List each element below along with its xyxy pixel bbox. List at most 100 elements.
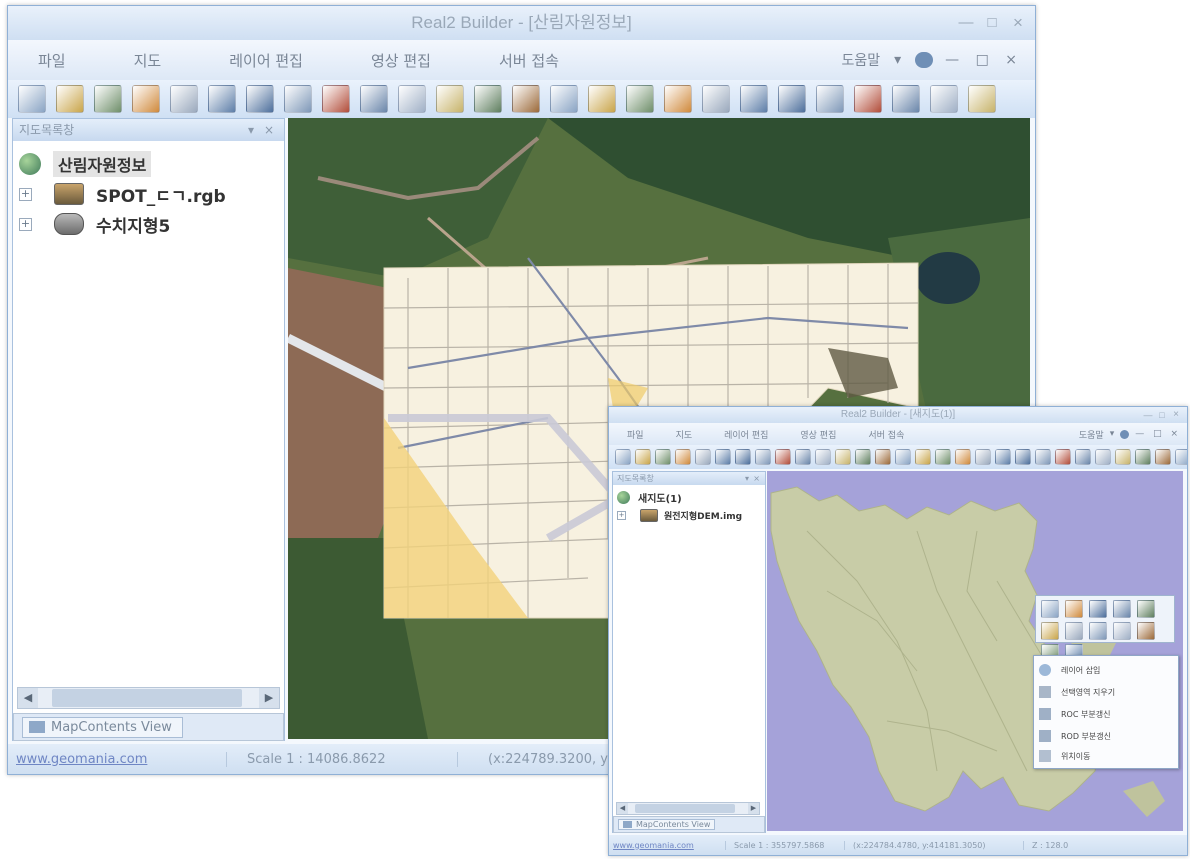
undo-icon[interactable] <box>735 449 751 465</box>
menu-layer-edit[interactable]: 레이어 편집 <box>724 428 768 441</box>
expand-toggle[interactable]: + <box>19 187 32 201</box>
edit-icon[interactable] <box>875 449 891 465</box>
shape-icon[interactable] <box>1015 449 1031 465</box>
close-button[interactable]: × <box>1005 6 1031 40</box>
scroll-thumb[interactable] <box>635 804 735 813</box>
chevron-down-icon[interactable]: ▾ <box>894 52 901 68</box>
menu-map[interactable]: 지도 <box>676 428 693 441</box>
open-file-icon[interactable] <box>1135 449 1151 465</box>
open-file-icon[interactable] <box>615 449 631 465</box>
zoom-box-icon[interactable] <box>1065 622 1083 640</box>
select-icon[interactable] <box>1113 600 1131 618</box>
folder-icon[interactable] <box>675 449 691 465</box>
horizontal-scrollbar[interactable]: ◀ ▶ <box>17 687 280 709</box>
rotate-icon[interactable] <box>915 449 931 465</box>
tree-item-root[interactable]: 산림자원정보 <box>19 151 152 177</box>
measure-icon[interactable] <box>474 85 502 113</box>
menu-file[interactable]: 파일 <box>38 50 66 71</box>
menu-help[interactable]: 도움말 <box>841 50 880 70</box>
menu-file[interactable]: 파일 <box>627 428 644 441</box>
battery-icon[interactable] <box>1055 449 1071 465</box>
zoom-in-icon[interactable] <box>1137 600 1155 618</box>
undo-icon[interactable] <box>246 85 274 113</box>
panel-close-button[interactable]: × <box>753 472 760 485</box>
identify-icon[interactable] <box>1089 622 1107 640</box>
zoom-icon[interactable] <box>775 449 791 465</box>
refresh-icon[interactable] <box>1113 622 1131 640</box>
mdi-controls[interactable]: — □ × <box>1135 429 1181 439</box>
menu-image-edit[interactable]: 영상 편집 <box>800 428 836 441</box>
menu-layer-edit[interactable]: 레이어 편집 <box>229 50 303 71</box>
pan-icon[interactable] <box>1089 600 1107 618</box>
copy-icon[interactable] <box>895 449 911 465</box>
minimize-button[interactable]: — <box>953 6 979 40</box>
map-view[interactable]: 레이어 삽입 선택영역 지우기 ROC 부분갱신 ROD 부분갱신 위치이동 <box>767 471 1183 831</box>
menu-server[interactable]: 서버 접속 <box>499 50 559 71</box>
node-icon[interactable] <box>740 85 768 113</box>
minimize-button[interactable]: — <box>1141 407 1155 423</box>
copy-icon[interactable] <box>1137 622 1155 640</box>
menu-help[interactable]: 도움말 <box>1079 428 1104 441</box>
scroll-left-button[interactable]: ◀ <box>18 688 38 708</box>
pen-icon[interactable] <box>702 85 730 113</box>
tab-map-contents[interactable]: MapContents View <box>618 819 716 830</box>
layer-icon[interactable] <box>655 449 671 465</box>
tree-item-layer[interactable]: + 수치지형5 <box>19 211 170 237</box>
menu-map[interactable]: 지도 <box>134 50 162 71</box>
edit-icon[interactable] <box>512 85 540 113</box>
disk-icon[interactable] <box>208 85 236 113</box>
info-icon[interactable] <box>1075 449 1091 465</box>
settings-icon[interactable] <box>695 449 711 465</box>
copy-icon[interactable] <box>550 85 578 113</box>
tree-icon[interactable] <box>930 85 958 113</box>
maximize-button[interactable]: □ <box>1155 407 1169 423</box>
close-button[interactable]: × <box>1169 407 1183 423</box>
arrow-icon[interactable] <box>816 85 844 113</box>
zoom-icon[interactable] <box>322 85 350 113</box>
expand-toggle[interactable]: + <box>617 510 626 520</box>
help-icon[interactable] <box>915 52 934 68</box>
save-icon[interactable] <box>635 449 651 465</box>
identify-icon[interactable] <box>436 85 464 113</box>
help-icon[interactable] <box>1120 429 1130 439</box>
pin-icon[interactable]: ▾ <box>745 472 749 485</box>
measure-icon[interactable] <box>855 449 871 465</box>
info-icon[interactable] <box>892 85 920 113</box>
context-menu-item-move[interactable]: 위치이동 <box>1034 746 1176 766</box>
layer-icon[interactable] <box>1175 449 1187 465</box>
context-menu-item-insert-layer[interactable]: 레이어 삽입 <box>1034 660 1176 680</box>
pin-icon[interactable]: ▾ <box>248 119 254 141</box>
redo-icon[interactable] <box>284 85 312 113</box>
zoom-out-icon[interactable] <box>1041 622 1059 640</box>
back-icon[interactable] <box>1041 600 1059 618</box>
panel-close-button[interactable]: × <box>264 119 274 141</box>
scroll-right-button[interactable]: ▶ <box>259 688 279 708</box>
context-menu-item-clear-selection[interactable]: 선택영역 지우기 <box>1034 682 1176 702</box>
battery-icon[interactable] <box>854 85 882 113</box>
node-icon[interactable] <box>995 449 1011 465</box>
tree-item-layer[interactable]: + 원전지형DEM.img <box>617 508 742 522</box>
search-icon[interactable] <box>968 85 996 113</box>
context-menu-item-rod-update[interactable]: ROD 부분갱신 <box>1034 726 1176 746</box>
identify-icon[interactable] <box>835 449 851 465</box>
pan-icon[interactable] <box>360 85 388 113</box>
scroll-thumb[interactable] <box>52 689 242 707</box>
open-file-icon[interactable] <box>18 85 46 113</box>
save-icon[interactable] <box>56 85 84 113</box>
pen-icon[interactable] <box>975 449 991 465</box>
horizontal-scrollbar[interactable]: ◀ ▶ <box>616 802 760 815</box>
folder-icon[interactable] <box>132 85 160 113</box>
pan-icon[interactable] <box>795 449 811 465</box>
tree-item-root[interactable]: 새지도(1) <box>617 490 682 505</box>
redo-icon[interactable] <box>755 449 771 465</box>
tree-icon[interactable] <box>1095 449 1111 465</box>
zoom-box-icon[interactable] <box>626 85 654 113</box>
rotate-icon[interactable] <box>588 85 616 113</box>
save-icon[interactable] <box>1155 449 1171 465</box>
menu-image-edit[interactable]: 영상 편집 <box>371 50 431 71</box>
globe-icon[interactable] <box>955 449 971 465</box>
tab-map-contents[interactable]: MapContents View <box>22 716 183 738</box>
layer-icon[interactable] <box>94 85 122 113</box>
disk-icon[interactable] <box>715 449 731 465</box>
zoom-box-icon[interactable] <box>935 449 951 465</box>
